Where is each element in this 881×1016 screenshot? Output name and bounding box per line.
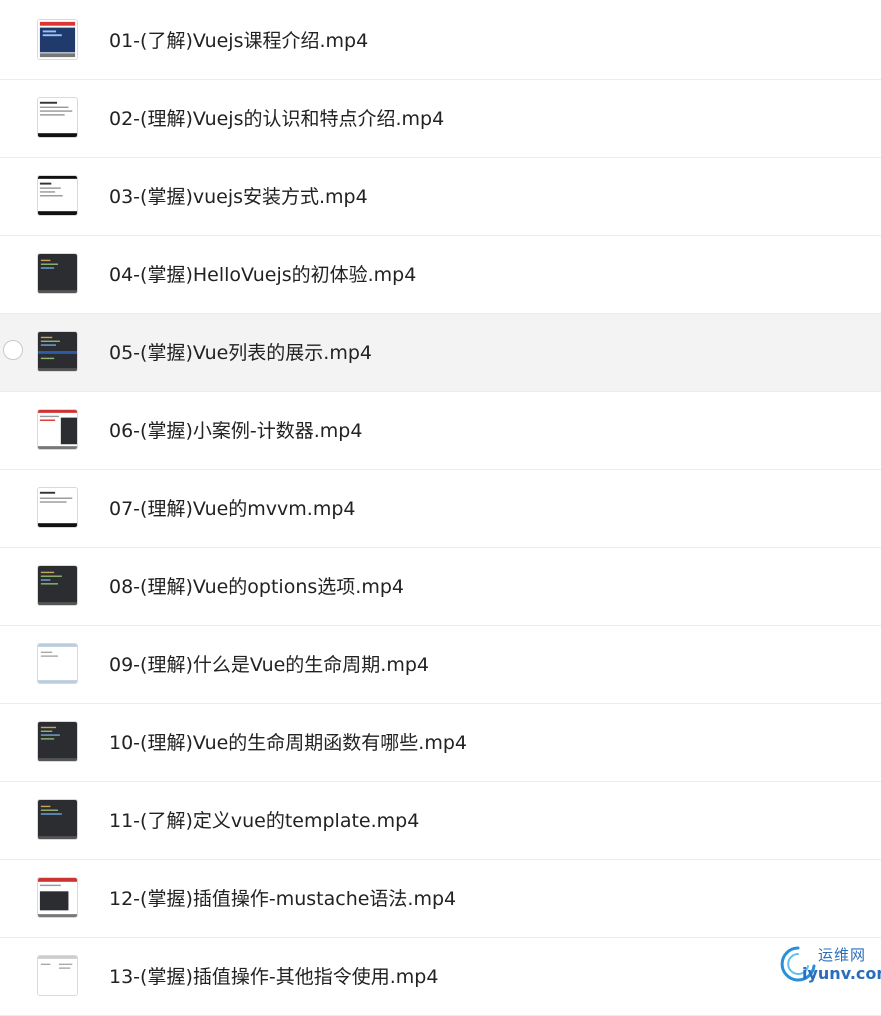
file-name: 07-(理解)Vue的mvvm.mp4	[109, 498, 356, 520]
file-row[interactable]: 12-(掌握)插值操作-mustache语法.mp4	[0, 860, 881, 938]
file-name: 06-(掌握)小案例-计数器.mp4	[109, 420, 363, 442]
file-row[interactable]: 11-(了解)定义vue的template.mp4	[0, 782, 881, 860]
file-name: 13-(掌握)插值操作-其他指令使用.mp4	[109, 966, 439, 988]
video-thumbnail-document	[37, 175, 78, 216]
file-row[interactable]: 02-(理解)Vuejs的认识和特点介绍.mp4	[0, 80, 881, 158]
site-watermark: 运维网 iyunv.com	[778, 942, 881, 988]
file-row[interactable]: 07-(理解)Vue的mvvm.mp4	[0, 470, 881, 548]
watermark-text-cn: 运维网	[818, 946, 867, 964]
video-thumbnail-browser-split	[37, 877, 78, 918]
file-name: 05-(掌握)Vue列表的展示.mp4	[109, 342, 372, 364]
file-row[interactable]: 01-(了解)Vuejs课程介绍.mp4	[0, 2, 881, 80]
video-thumbnail-light-screen	[37, 19, 78, 60]
video-thumbnail-light-screen	[37, 643, 78, 684]
file-name: 08-(理解)Vue的options选项.mp4	[109, 576, 404, 598]
file-name: 01-(了解)Vuejs课程介绍.mp4	[109, 30, 369, 52]
video-thumbnail-document	[37, 97, 78, 138]
file-row[interactable]: 10-(理解)Vue的生命周期函数有哪些.mp4	[0, 704, 881, 782]
file-name: 09-(理解)什么是Vue的生命周期.mp4	[109, 654, 429, 676]
video-thumbnail-browser-split	[37, 409, 78, 450]
file-name: 12-(掌握)插值操作-mustache语法.mp4	[109, 888, 457, 910]
file-name: 02-(理解)Vuejs的认识和特点介绍.mp4	[109, 108, 445, 130]
video-thumbnail-code-editor	[37, 253, 78, 294]
file-name: 03-(掌握)vuejs安装方式.mp4	[109, 186, 368, 208]
file-row[interactable]: 09-(理解)什么是Vue的生命周期.mp4	[0, 626, 881, 704]
file-row[interactable]: 04-(掌握)HelloVuejs的初体验.mp4	[0, 236, 881, 314]
file-row[interactable]: 05-(掌握)Vue列表的展示.mp4	[0, 314, 881, 392]
file-name: 11-(了解)定义vue的template.mp4	[109, 810, 420, 832]
video-thumbnail-code-editor	[37, 331, 78, 372]
file-row[interactable]: 03-(掌握)vuejs安装方式.mp4	[0, 158, 881, 236]
file-name: 10-(理解)Vue的生命周期函数有哪些.mp4	[109, 732, 467, 754]
file-name: 04-(掌握)HelloVuejs的初体验.mp4	[109, 264, 417, 286]
select-checkbox[interactable]	[3, 340, 23, 360]
file-row[interactable]: 06-(掌握)小案例-计数器.mp4	[0, 392, 881, 470]
file-row[interactable]: 08-(理解)Vue的options选项.mp4	[0, 548, 881, 626]
file-row[interactable]: 13-(掌握)插值操作-其他指令使用.mp4	[0, 938, 881, 1016]
file-list: 01-(了解)Vuejs课程介绍.mp4 02-(理解)Vuejs的认识和特点介…	[0, 2, 881, 1016]
watermark-text-en: iyunv.com	[802, 964, 881, 983]
video-thumbnail-code-editor	[37, 799, 78, 840]
video-thumbnail-code-editor	[37, 721, 78, 762]
video-thumbnail-code-editor	[37, 565, 78, 606]
video-thumbnail-document	[37, 487, 78, 528]
